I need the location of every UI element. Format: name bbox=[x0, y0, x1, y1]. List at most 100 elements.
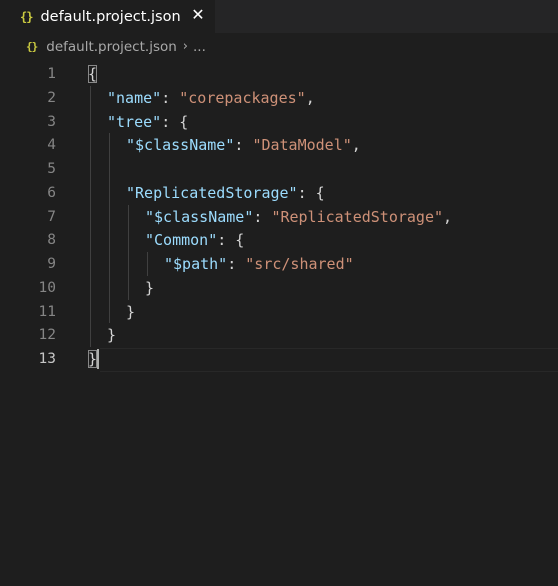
code-line[interactable]: 4 "$className": "DataModel", bbox=[0, 133, 558, 157]
line-number: 4 bbox=[47, 137, 56, 154]
line-number: 10 bbox=[38, 279, 56, 296]
token-punc: : bbox=[253, 207, 272, 226]
indent-guide bbox=[109, 180, 110, 205]
indent-guide bbox=[109, 228, 110, 252]
indent-guide bbox=[90, 109, 91, 134]
code-text: "ReplicatedStorage": { bbox=[126, 181, 325, 205]
token-key: "tree" bbox=[107, 112, 162, 131]
code-line[interactable]: 9 "$path": "src/shared" bbox=[0, 252, 558, 276]
code-line[interactable]: 1{ bbox=[0, 62, 558, 86]
line-number: 9 bbox=[47, 256, 56, 272]
token-punc: : { bbox=[217, 231, 245, 250]
close-icon[interactable]: ✕ bbox=[188, 5, 208, 25]
indent-guide bbox=[128, 204, 129, 229]
code-text: "$className": "DataModel", bbox=[126, 133, 361, 157]
code-text: "$path": "src/shared" bbox=[164, 252, 354, 276]
token-str: "ReplicatedStorage" bbox=[271, 207, 444, 226]
token-punc: , bbox=[305, 88, 315, 107]
matching-bracket: } bbox=[88, 350, 98, 368]
line-number: 3 bbox=[47, 113, 56, 130]
code-editor: {} default.project.json ✕ {} default.pro… bbox=[0, 0, 558, 586]
line-number: 5 bbox=[47, 161, 56, 177]
indent-guide bbox=[128, 275, 129, 300]
line-number: 2 bbox=[47, 89, 56, 106]
code-line[interactable]: 11} bbox=[0, 299, 558, 324]
line-number: 12 bbox=[38, 327, 56, 344]
indent-guide bbox=[90, 228, 91, 252]
line-number: 8 bbox=[47, 232, 56, 249]
indent-guide bbox=[90, 180, 91, 205]
code-line[interactable]: 2 "name": "corepackages", bbox=[0, 85, 558, 110]
token-key: "Common" bbox=[145, 231, 218, 250]
code-line[interactable]: 13} bbox=[0, 347, 558, 371]
token-key: "$path" bbox=[164, 255, 228, 273]
code-line[interactable]: 10} bbox=[0, 275, 558, 300]
matching-bracket: { bbox=[88, 65, 98, 83]
token-str: "src/shared" bbox=[245, 255, 354, 273]
indent-guide bbox=[109, 252, 110, 276]
code-line[interactable]: 3 "tree": { bbox=[0, 109, 558, 134]
indent-guide bbox=[90, 85, 91, 110]
indent-guide bbox=[90, 299, 91, 324]
indent-guide bbox=[109, 157, 110, 181]
text-cursor bbox=[97, 349, 99, 369]
code-line[interactable]: 12} bbox=[0, 323, 558, 347]
token-punc: : { bbox=[297, 183, 325, 202]
breadcrumb: {} default.project.json › ... bbox=[0, 33, 558, 60]
indent-guide bbox=[90, 133, 91, 157]
json-file-icon: {} bbox=[20, 9, 33, 24]
code-text: "name": "corepackages", bbox=[107, 86, 315, 110]
token-str: "DataModel" bbox=[252, 136, 352, 155]
code-text: "Common": { bbox=[145, 228, 244, 252]
code-text: } bbox=[145, 276, 154, 300]
tab-label: default.project.json bbox=[40, 8, 181, 25]
code-text: { bbox=[88, 62, 98, 86]
indent-guide bbox=[147, 252, 148, 276]
indent-guide bbox=[90, 323, 91, 347]
indent-guide bbox=[90, 204, 91, 229]
token-punc: } bbox=[126, 302, 136, 321]
token-punc: : bbox=[234, 136, 253, 155]
breadcrumb-file[interactable]: default.project.json bbox=[46, 39, 177, 55]
json-file-icon: {} bbox=[26, 40, 38, 53]
line-number: 11 bbox=[38, 303, 56, 320]
indent-guide bbox=[109, 133, 110, 157]
code-text: } bbox=[88, 347, 98, 371]
code-line[interactable]: 8 "Common": { bbox=[0, 228, 558, 252]
code-text: "$className": "ReplicatedStorage", bbox=[145, 205, 452, 229]
token-key: "$className" bbox=[145, 207, 254, 226]
breadcrumb-symbols[interactable]: ... bbox=[193, 39, 206, 55]
token-key: "name" bbox=[107, 88, 162, 107]
token-punc: , bbox=[443, 207, 453, 226]
line-number: 1 bbox=[47, 66, 56, 82]
token-punc: : bbox=[161, 88, 180, 107]
line-number: 13 bbox=[38, 351, 56, 367]
code-line[interactable]: 7 "$className": "ReplicatedStorage", bbox=[0, 204, 558, 229]
indent-guide bbox=[128, 228, 129, 252]
token-punc: : bbox=[227, 255, 246, 273]
tab-bar: {} default.project.json ✕ bbox=[0, 0, 558, 33]
token-key: "ReplicatedStorage" bbox=[126, 183, 298, 202]
chevron-right-icon: › bbox=[182, 39, 188, 54]
token-key: "$className" bbox=[126, 136, 235, 155]
token-punc: , bbox=[351, 136, 361, 155]
indent-guide bbox=[90, 157, 91, 181]
code-area[interactable]: 1{2 "name": "corepackages", 3 "tree": {4 "$c… bbox=[0, 62, 558, 586]
code-text: } bbox=[107, 323, 116, 347]
line-number: 6 bbox=[47, 184, 56, 201]
line-number: 7 bbox=[47, 208, 56, 225]
token-punc: } bbox=[107, 326, 117, 345]
code-text: } bbox=[126, 300, 135, 324]
indent-guide bbox=[109, 275, 110, 300]
indent-guide bbox=[90, 252, 91, 276]
token-str: "corepackages" bbox=[179, 88, 306, 107]
code-line[interactable]: 5 bbox=[0, 157, 558, 181]
indent-guide bbox=[109, 299, 110, 324]
indent-guide bbox=[109, 204, 110, 229]
indent-guide bbox=[128, 252, 129, 276]
indent-guide bbox=[90, 275, 91, 300]
code-text: "tree": { bbox=[107, 110, 188, 134]
token-punc: } bbox=[145, 278, 155, 297]
code-line[interactable]: 6 "ReplicatedStorage": { bbox=[0, 180, 558, 205]
tab-default-project-json[interactable]: {} default.project.json ✕ bbox=[0, 0, 215, 33]
